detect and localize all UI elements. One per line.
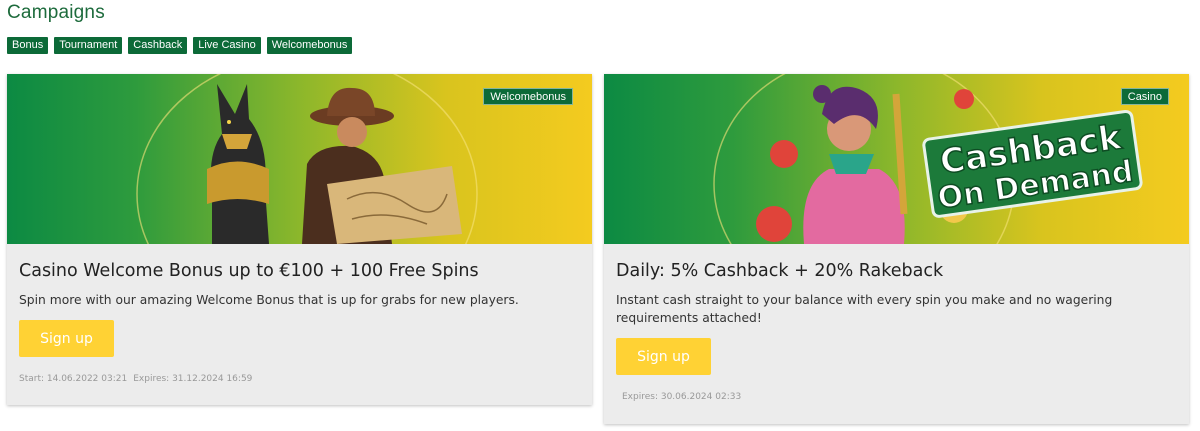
campaign-description: Spin more with our amazing Welcome Bonus… bbox=[19, 293, 519, 307]
sign-up-button[interactable]: Sign up bbox=[616, 338, 711, 375]
campaign-dates: Start: 14.06.2022 03:21 Expires: 31.12.20… bbox=[19, 374, 252, 384]
filter-tag-tournament[interactable]: Tournament bbox=[54, 37, 123, 54]
page-title: Campaigns bbox=[7, 2, 105, 23]
campaign-banner-image[interactable]: Cashback On Demand Casino bbox=[604, 74, 1189, 244]
campaign-title: Casino Welcome Bonus up to €100 + 100 Fr… bbox=[19, 261, 479, 281]
campaign-start-date: Start: 14.06.2022 03:21 bbox=[19, 374, 128, 384]
filter-tag-bonus[interactable]: Bonus bbox=[7, 37, 49, 54]
campaign-expiry-date: Expires: 31.12.2024 16:59 bbox=[133, 374, 253, 384]
filter-tag-welcomebonus[interactable]: Welcomebonus bbox=[266, 37, 353, 54]
campaign-card-cashback: Cashback On Demand Casino Daily: 5% Cash… bbox=[604, 74, 1189, 424]
filter-tag-live-casino[interactable]: Live Casino bbox=[193, 37, 261, 54]
campaign-category-badge: Casino bbox=[1120, 88, 1169, 105]
campaign-dates: Expires: 30.06.2024 02:33 bbox=[622, 392, 741, 402]
cashback-on-demand-sign: Cashback On Demand bbox=[922, 109, 1143, 218]
campaign-card-welcome-bonus: Welcomebonus Casino Welcome Bonus up to … bbox=[7, 74, 592, 405]
campaign-category-badge: Welcomebonus bbox=[483, 88, 573, 105]
campaign-filter-tags: Bonus Tournament Cashback Live Casino We… bbox=[7, 37, 353, 54]
campaign-description: Instant cash straight to your balance wi… bbox=[616, 293, 1113, 325]
campaign-title: Daily: 5% Cashback + 20% Rakeback bbox=[616, 261, 944, 281]
sign-up-button[interactable]: Sign up bbox=[19, 320, 114, 357]
campaign-expiry-date: Expires: 30.06.2024 02:33 bbox=[622, 392, 742, 402]
campaign-banner-image[interactable]: Welcomebonus bbox=[7, 74, 592, 244]
filter-tag-cashback[interactable]: Cashback bbox=[128, 37, 188, 54]
